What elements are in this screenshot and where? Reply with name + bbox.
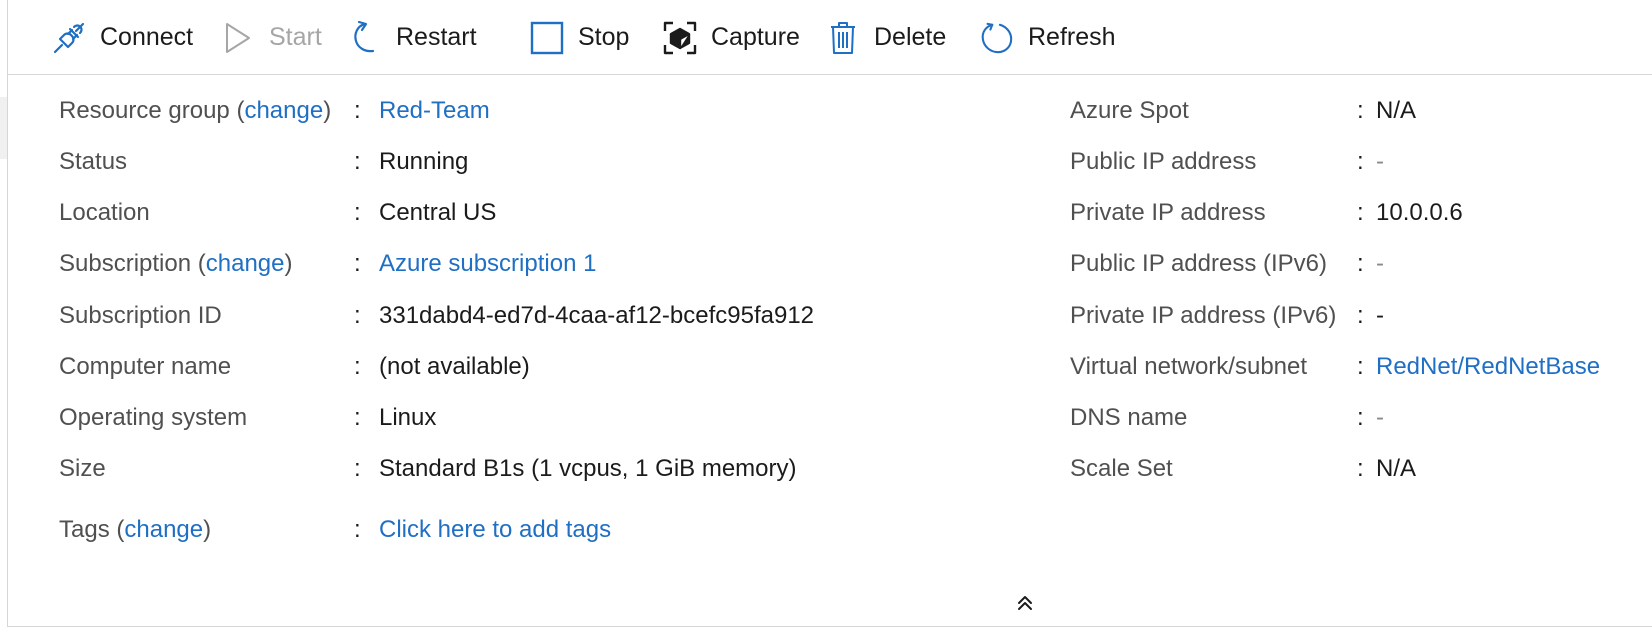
private-ipv6-value: - [1376,302,1384,329]
dns-name-label: DNS name [1070,404,1188,431]
computer-name-label: Computer name [59,353,232,380]
subscription-change-link[interactable]: change [206,250,285,277]
colon: : [1357,353,1364,380]
collapse-essentials-button[interactable] [1010,590,1040,620]
refresh-button[interactable]: Refresh [980,0,1116,75]
colon: : [354,455,361,482]
restart-label: Restart [396,23,477,51]
colon: : [354,404,361,431]
subscription-link[interactable]: Azure subscription 1 [379,250,596,278]
public-ipv6-value: - [1376,250,1384,277]
colon: : [354,516,361,543]
status-label: Status [59,148,128,175]
capture-icon [663,18,697,58]
subscription-id-value: 331dabd4-ed7d-4caa-af12-bcefc95fa912 [379,302,815,329]
capture-button[interactable]: Capture [663,0,800,75]
status-value: Running [379,148,469,175]
double-chevron-up-icon [1015,593,1035,618]
colon: : [354,250,361,277]
colon: : [1357,97,1364,124]
private-ipv6-label: Private IP address (IPv6) [1070,302,1337,329]
location-label: Location [59,199,150,226]
restart-icon [348,18,382,58]
subscription-label: Subscription (change) [59,250,293,277]
delete-label: Delete [874,23,947,51]
colon: : [1357,455,1364,482]
colon: : [354,97,361,124]
restart-button[interactable]: Restart [348,0,477,75]
plug-icon [52,18,86,58]
resource-group-link[interactable]: Red-Team [379,97,490,125]
colon: : [354,353,361,380]
tags-change-link[interactable]: change [124,516,203,543]
left-edge-marker [0,97,7,159]
delete-button[interactable]: Delete [826,0,946,75]
public-ipv6-label: Public IP address (IPv6) [1070,250,1328,277]
operating-system-value: Linux [379,404,437,431]
colon: : [354,148,361,175]
start-button[interactable]: Start [221,0,322,75]
vm-overview-panel: Connect Start Restart Stop Capture Delet… [7,0,1652,627]
colon: : [1357,302,1364,329]
command-bar: Connect Start Restart Stop Capture Delet… [8,0,1652,75]
scale-set-label: Scale Set [1070,455,1173,482]
subscription-id-label: Subscription ID [59,302,222,329]
tags-label: Tags (change) [59,516,212,543]
computer-name-value: (not available) [379,353,530,380]
capture-label: Capture [711,23,800,51]
add-tags-link[interactable]: Click here to add tags [379,516,611,544]
refresh-label: Refresh [1028,23,1116,51]
colon: : [1357,250,1364,277]
vnet-subnet-link[interactable]: RedNet/RedNetBase [1376,353,1600,381]
play-icon [221,18,255,58]
stop-icon [530,18,564,58]
public-ip-value: - [1376,148,1384,175]
vnet-subnet-label: Virtual network/subnet [1070,353,1308,380]
location-value: Central US [379,199,497,226]
colon: : [1357,148,1364,175]
dns-name-value: - [1376,404,1384,431]
private-ip-value: 10.0.0.6 [1376,199,1463,226]
private-ip-label: Private IP address [1070,199,1266,226]
resource-group-label: Resource group (change) [59,97,332,124]
start-label: Start [269,23,322,51]
colon: : [354,199,361,226]
colon: : [1357,199,1364,226]
colon: : [354,302,361,329]
connect-label: Connect [100,23,194,51]
trash-icon [826,18,860,58]
resource-group-change-link[interactable]: change [244,97,323,124]
size-label: Size [59,455,106,482]
refresh-icon [980,18,1014,58]
azure-spot-value: N/A [1376,97,1417,124]
stop-label: Stop [578,23,630,51]
stop-button[interactable]: Stop [530,0,629,75]
connect-button[interactable]: Connect [52,0,193,75]
scale-set-value: N/A [1376,455,1417,482]
size-value: Standard B1s (1 vcpus, 1 GiB memory) [379,455,797,482]
azure-spot-label: Azure Spot [1070,97,1189,124]
public-ip-label: Public IP address [1070,148,1257,175]
colon: : [1357,404,1364,431]
operating-system-label: Operating system [59,404,248,431]
